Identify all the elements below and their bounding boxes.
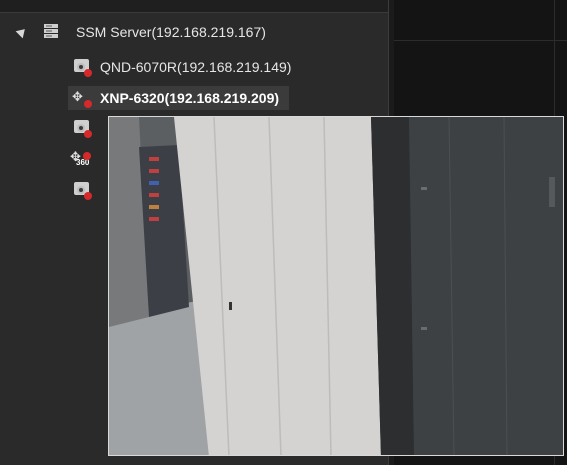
layout-grid-line bbox=[394, 40, 567, 41]
server-label: SSM Server(192.168.219.167) bbox=[76, 24, 266, 40]
camera-icon bbox=[72, 180, 92, 200]
tree-item-server[interactable]: SSM Server(192.168.219.167) bbox=[44, 20, 266, 44]
ptz-camera-icon: ✥ bbox=[72, 88, 92, 108]
camera-label: QND-6070R(192.168.219.149) bbox=[100, 59, 292, 75]
tree-item-camera[interactable]: QND-6070R(192.168.219.149) bbox=[72, 55, 291, 79]
ptz-360-camera-icon: ✥ 360 bbox=[70, 149, 91, 167]
tree-item-camera-selected[interactable]: ✥ XNP-6320(192.168.219.209) bbox=[68, 86, 290, 110]
camera-icon bbox=[72, 118, 92, 138]
panel-header-bar bbox=[0, 0, 388, 13]
camera-label: XNP-6320(192.168.219.209) bbox=[100, 90, 280, 106]
server-icon bbox=[44, 24, 58, 38]
preview-image bbox=[109, 117, 563, 455]
camera-icon bbox=[72, 57, 92, 77]
collapse-arrow-icon[interactable] bbox=[15, 25, 29, 39]
camera-preview-thumbnail bbox=[108, 116, 564, 456]
